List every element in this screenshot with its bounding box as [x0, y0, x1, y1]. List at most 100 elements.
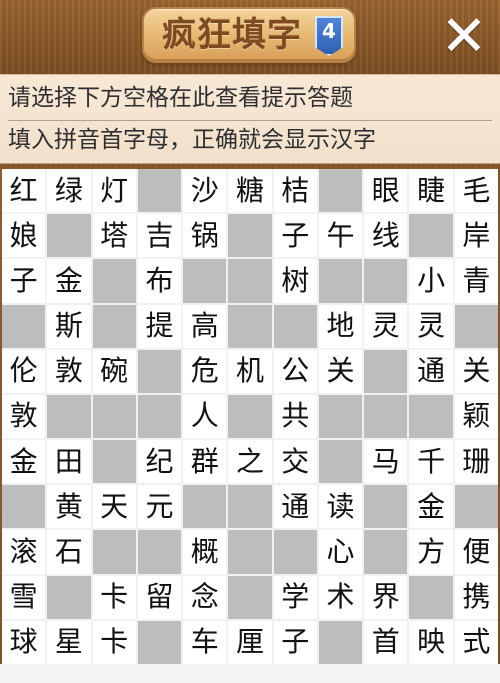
crossword-cell[interactable]: 便 [454, 530, 498, 574]
crossword-cell[interactable]: 塔 [92, 214, 136, 258]
empty-crossword-cell[interactable] [183, 259, 227, 303]
crossword-cell[interactable]: 颖 [454, 394, 498, 439]
crossword-cell[interactable]: 卡 [92, 575, 136, 619]
crossword-cell[interactable]: 睫 [409, 169, 453, 213]
crossword-cell[interactable]: 敦 [47, 349, 91, 393]
empty-crossword-cell[interactable] [409, 575, 453, 619]
empty-crossword-cell[interactable] [318, 620, 363, 664]
crossword-cell[interactable]: 沙 [183, 169, 227, 213]
crossword-cell[interactable]: 灵 [409, 304, 453, 348]
crossword-cell[interactable]: 元 [137, 485, 182, 529]
crossword-cell[interactable]: 岸 [454, 214, 498, 258]
empty-crossword-cell[interactable] [364, 349, 408, 393]
crossword-cell[interactable]: 午 [318, 214, 363, 258]
crossword-cell[interactable]: 灵 [364, 304, 408, 348]
empty-crossword-cell[interactable] [364, 394, 408, 439]
crossword-cell[interactable]: 雪 [2, 575, 46, 619]
crossword-cell[interactable]: 千 [409, 440, 453, 484]
crossword-cell[interactable]: 通 [409, 349, 453, 393]
crossword-cell[interactable]: 树 [273, 259, 317, 303]
crossword-cell[interactable]: 概 [183, 530, 227, 574]
crossword-cell[interactable]: 青 [454, 259, 498, 303]
crossword-cell[interactable]: 学 [273, 575, 317, 619]
empty-crossword-cell[interactable] [228, 530, 272, 574]
empty-crossword-cell[interactable] [454, 304, 498, 348]
empty-crossword-cell[interactable] [409, 394, 453, 439]
empty-crossword-cell[interactable] [318, 259, 363, 303]
empty-crossword-cell[interactable] [228, 259, 272, 303]
empty-crossword-cell[interactable] [92, 304, 136, 348]
crossword-cell[interactable]: 交 [273, 440, 317, 484]
crossword-cell[interactable]: 机 [228, 349, 272, 393]
empty-crossword-cell[interactable] [92, 530, 136, 574]
crossword-cell[interactable]: 子 [273, 214, 317, 258]
crossword-cell[interactable]: 毛 [454, 169, 498, 213]
crossword-cell[interactable]: 卡 [92, 620, 136, 664]
empty-crossword-cell[interactable] [409, 214, 453, 258]
empty-crossword-cell[interactable] [364, 259, 408, 303]
crossword-cell[interactable]: 人 [183, 394, 227, 439]
crossword-cell[interactable]: 式 [454, 620, 498, 664]
crossword-cell[interactable]: 念 [183, 575, 227, 619]
crossword-cell[interactable]: 敦 [2, 394, 46, 439]
crossword-cell[interactable]: 眼 [364, 169, 408, 213]
crossword-cell[interactable]: 留 [137, 575, 182, 619]
empty-crossword-cell[interactable] [228, 304, 272, 348]
crossword-cell[interactable]: 子 [273, 620, 317, 664]
crossword-cell[interactable]: 心 [318, 530, 363, 574]
crossword-cell[interactable]: 金 [409, 485, 453, 529]
empty-crossword-cell[interactable] [228, 214, 272, 258]
crossword-cell[interactable]: 田 [47, 440, 91, 484]
crossword-cell[interactable]: 黄 [47, 485, 91, 529]
empty-crossword-cell[interactable] [318, 440, 363, 484]
crossword-cell[interactable]: 球 [2, 620, 46, 664]
empty-crossword-cell[interactable] [318, 394, 363, 439]
empty-crossword-cell[interactable] [273, 304, 317, 348]
crossword-cell[interactable]: 碗 [92, 349, 136, 393]
crossword-cell[interactable]: 界 [364, 575, 408, 619]
crossword-cell[interactable]: 地 [318, 304, 363, 348]
close-button[interactable]: ✕ [439, 9, 489, 65]
crossword-cell[interactable]: 关 [318, 349, 363, 393]
crossword-cell[interactable]: 群 [183, 440, 227, 484]
crossword-cell[interactable]: 马 [364, 440, 408, 484]
crossword-cell[interactable]: 携 [454, 575, 498, 619]
crossword-cell[interactable]: 车 [183, 620, 227, 664]
crossword-cell[interactable]: 锅 [183, 214, 227, 258]
empty-crossword-cell[interactable] [228, 575, 272, 619]
crossword-cell[interactable]: 共 [273, 394, 317, 439]
empty-crossword-cell[interactable] [273, 530, 317, 574]
empty-crossword-cell[interactable] [454, 485, 498, 529]
empty-crossword-cell[interactable] [183, 485, 227, 529]
crossword-cell[interactable]: 娘 [2, 214, 46, 258]
empty-crossword-cell[interactable] [364, 485, 408, 529]
crossword-cell[interactable]: 提 [137, 304, 182, 348]
crossword-cell[interactable]: 纪 [137, 440, 182, 484]
empty-crossword-cell[interactable] [137, 349, 182, 393]
crossword-cell[interactable]: 天 [92, 485, 136, 529]
crossword-cell[interactable]: 厘 [228, 620, 272, 664]
empty-crossword-cell[interactable] [47, 394, 91, 439]
empty-crossword-cell[interactable] [137, 394, 182, 439]
crossword-cell[interactable]: 危 [183, 349, 227, 393]
crossword-cell[interactable]: 斯 [47, 304, 91, 348]
crossword-cell[interactable]: 布 [137, 259, 182, 303]
crossword-cell[interactable]: 高 [183, 304, 227, 348]
crossword-cell[interactable]: 珊 [454, 440, 498, 484]
crossword-cell[interactable]: 小 [409, 259, 453, 303]
empty-crossword-cell[interactable] [92, 259, 136, 303]
crossword-cell[interactable]: 红 [2, 169, 46, 213]
crossword-cell[interactable]: 公 [273, 349, 317, 393]
empty-crossword-cell[interactable] [137, 530, 182, 574]
empty-crossword-cell[interactable] [318, 169, 363, 213]
crossword-cell[interactable]: 方 [409, 530, 453, 574]
empty-crossword-cell[interactable] [364, 530, 408, 574]
crossword-cell[interactable]: 映 [409, 620, 453, 664]
empty-crossword-cell[interactable] [137, 169, 182, 213]
empty-crossword-cell[interactable] [228, 394, 272, 439]
empty-crossword-cell[interactable] [2, 304, 46, 348]
crossword-cell[interactable]: 石 [47, 530, 91, 574]
crossword-cell[interactable]: 金 [2, 440, 46, 484]
crossword-cell[interactable]: 吉 [137, 214, 182, 258]
crossword-cell[interactable]: 之 [228, 440, 272, 484]
